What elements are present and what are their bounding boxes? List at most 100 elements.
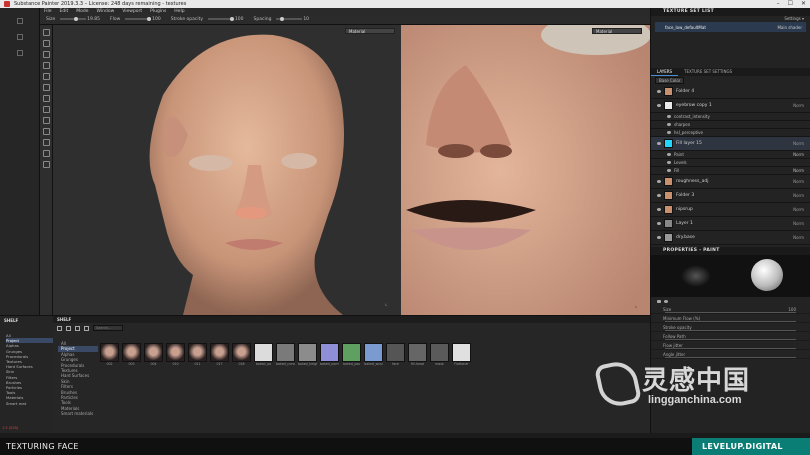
shelf-category[interactable]: Smart materials [58,411,98,416]
menu-item-mode[interactable]: Mode [76,8,88,15]
dock-icon[interactable] [16,50,23,56]
layer-row[interactable]: Folder 3 Norm [651,189,810,203]
shelf-asset[interactable]: baked_curve [276,343,295,369]
viewport-2d[interactable]: ⌞ Material [401,25,650,315]
visibility-eye-icon[interactable] [657,194,661,197]
menu-item-file[interactable]: File [44,8,52,15]
shader-select[interactable]: Main shader [777,25,802,30]
shelf-asset[interactable]: baked_normal [320,343,339,369]
visibility-eye-icon[interactable] [667,115,671,118]
visibility-eye-icon[interactable] [657,142,661,145]
shelf-left-category[interactable]: Smart mat [6,401,53,406]
property-row[interactable]: Stroke opacity [651,323,810,332]
layer-row[interactable]: eyebrow copy 1 Norm [651,99,810,113]
new-folder-icon[interactable] [66,325,71,331]
visibility-eye-icon[interactable] [657,180,661,183]
property-row[interactable]: Flow jitter [651,341,810,350]
shelf-asset[interactable]: 017 [210,343,229,369]
tool-icon[interactable] [42,84,50,91]
effect-row[interactable]: hsl_perceptive [651,129,810,137]
dock-icon[interactable] [16,18,23,24]
shelf-asset[interactable]: mask [430,343,449,369]
menu-item-window[interactable]: Window [97,8,115,15]
tool-icon[interactable] [42,139,50,146]
visibility-eye-icon[interactable] [667,131,671,134]
shelf-asset[interactable]: 011 [188,343,207,369]
folder-icon[interactable] [57,325,62,331]
visibility-eye-icon[interactable] [667,169,671,172]
tab-layers[interactable]: LAYERS [651,68,679,76]
menu-item-viewport[interactable]: Viewport [122,8,142,15]
tool-icon[interactable] [42,62,50,69]
viewport-3d-material-select[interactable]: Material [345,28,395,34]
size-control[interactable]: Size 19.85 [46,16,100,22]
effect-row[interactable]: sharpen [651,121,810,129]
shelf-asset[interactable]: Flattener [452,343,471,369]
shelf-asset[interactable]: fill-head [408,343,427,369]
effect-blend-mode[interactable]: Norm [793,152,804,157]
shelf-asset[interactable]: baked_pos [342,343,361,369]
property-row[interactable]: Minimum Flow (%) [651,314,810,323]
shelf-asset[interactable]: 002 [100,343,119,369]
layer-blend-mode[interactable]: Norm [793,207,804,212]
shelf-asset[interactable]: baked_height [298,343,317,369]
tool-icon[interactable] [42,117,50,124]
tool-icon[interactable] [42,150,50,157]
spacing-control[interactable]: Spacing 10 [254,16,309,22]
effect-row[interactable]: Fill Norm [651,167,810,175]
effect-row[interactable]: Paint Norm [651,151,810,159]
viewport-3d[interactable]: ⌞ Material [53,25,401,315]
tool-icon[interactable] [42,95,50,102]
layer-row[interactable]: dry.base Norm [651,231,810,245]
tool-icon[interactable] [42,29,50,36]
layer-blend-mode[interactable]: Norm [793,193,804,198]
material-tab-icon[interactable] [664,299,668,303]
window-control-button[interactable]: ✕ [801,0,806,8]
brush-tab-icon[interactable] [657,299,661,303]
visibility-eye-icon[interactable] [657,222,661,225]
tool-icon[interactable] [42,73,50,80]
shelf-asset[interactable]: baked_ao [254,343,273,369]
shelf-asset[interactable]: face [386,343,405,369]
shelf-asset[interactable]: 010 [166,343,185,369]
shelf-asset[interactable]: 018 [232,343,251,369]
effect-row[interactable]: Levels [651,159,810,167]
layer-row[interactable]: roughness_adj Norm [651,175,810,189]
layer-blend-mode[interactable]: Norm [793,235,804,240]
property-slider[interactable] [665,348,796,349]
property-row[interactable]: Size 100 [651,305,810,314]
property-row[interactable]: Follow Path [651,332,810,341]
layer-blend-mode[interactable]: Norm [793,103,804,108]
visibility-eye-icon[interactable] [667,153,671,156]
property-slider[interactable] [665,339,796,340]
tool-icon[interactable] [42,128,50,135]
texture-set-row[interactable]: face_low_defaultMat Main shader [655,22,806,32]
visibility-eye-icon[interactable] [657,236,661,239]
visibility-eye-icon[interactable] [657,90,661,93]
stroke-opacity-control[interactable]: Stroke opacity 100 [171,16,244,22]
tool-icon[interactable] [42,40,50,47]
visibility-eye-icon[interactable] [667,123,671,126]
property-slider[interactable] [665,312,796,313]
layer-blend-mode[interactable]: Norm [793,221,804,226]
import-icon[interactable] [75,325,80,331]
tool-icon[interactable] [42,51,50,58]
shelf-asset[interactable]: 004 [144,343,163,369]
property-slider[interactable] [665,321,796,322]
window-control-button[interactable]: ☐ [788,0,793,8]
effect-blend-mode[interactable]: Norm [793,168,804,173]
layer-blend-mode[interactable]: Norm [793,141,804,146]
effect-row[interactable]: contrast_intensity [651,113,810,121]
flow-control[interactable]: Flow 100 [110,16,161,22]
filter-icon[interactable] [84,325,89,331]
layer-row[interactable]: Folder 4 [651,85,810,99]
layer-row[interactable]: nipsrup Norm [651,203,810,217]
visibility-eye-icon[interactable] [657,208,661,211]
menu-item-plugins[interactable]: Plugins [150,8,166,15]
property-slider[interactable] [665,330,796,331]
shelf-asset[interactable]: baked_wsnl [364,343,383,369]
texture-set-settings-button[interactable]: Settings ▾ [784,16,804,21]
fill-layer-row[interactable]: Fill layer 15 Norm [651,137,810,151]
visibility-eye-icon[interactable] [657,104,661,107]
window-control-button[interactable]: – [777,0,780,8]
